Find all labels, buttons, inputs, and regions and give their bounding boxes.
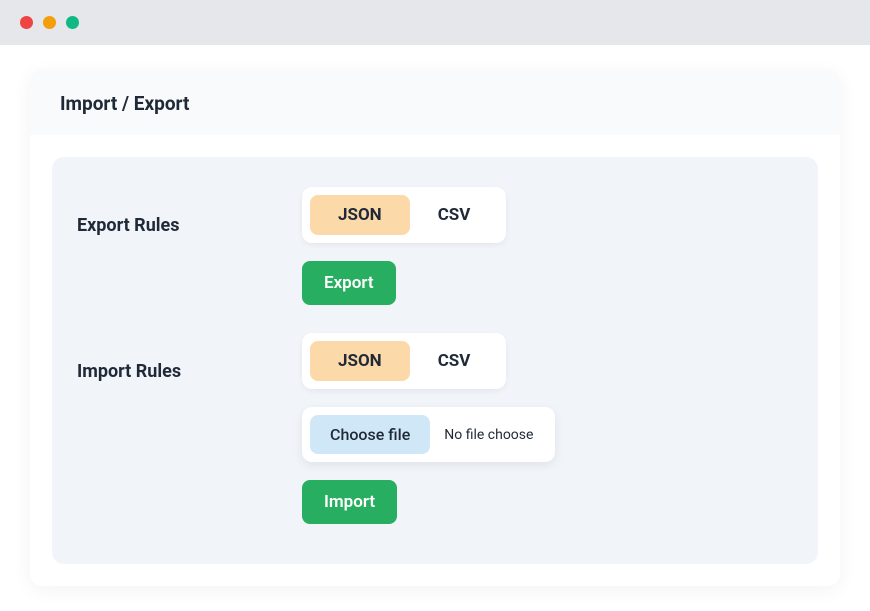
export-format-json[interactable]: JSON [310, 195, 410, 235]
window-maximize-button[interactable] [66, 16, 79, 29]
file-status-text: No file choose [444, 427, 547, 443]
window-close-button[interactable] [20, 16, 33, 29]
import-format-json[interactable]: JSON [310, 341, 410, 381]
card-body: Export Rules JSON CSV Export Import Rule… [30, 135, 840, 586]
export-format-toggle: JSON CSV [302, 187, 506, 243]
import-row: Import Rules JSON CSV Choose file No fil… [77, 333, 793, 524]
export-rules-label: Export Rules [77, 187, 302, 236]
window-minimize-button[interactable] [43, 16, 56, 29]
file-chooser: Choose file No file choose [302, 407, 555, 462]
import-format-toggle: JSON CSV [302, 333, 506, 389]
import-format-csv[interactable]: CSV [410, 341, 499, 381]
export-row: Export Rules JSON CSV Export [77, 187, 793, 305]
import-button[interactable]: Import [302, 480, 397, 524]
export-format-csv[interactable]: CSV [410, 195, 499, 235]
choose-file-button[interactable]: Choose file [310, 415, 430, 454]
card-title: Import / Export [60, 92, 810, 115]
export-button[interactable]: Export [302, 261, 396, 305]
export-controls: JSON CSV Export [302, 187, 506, 305]
import-rules-label: Import Rules [77, 333, 302, 382]
inner-panel: Export Rules JSON CSV Export Import Rule… [52, 157, 818, 564]
page-container: Import / Export Export Rules JSON CSV Ex… [0, 45, 870, 611]
import-export-card: Import / Export Export Rules JSON CSV Ex… [30, 70, 840, 586]
card-header: Import / Export [30, 70, 840, 135]
window-title-bar [0, 0, 870, 45]
import-controls: JSON CSV Choose file No file choose Impo… [302, 333, 555, 524]
